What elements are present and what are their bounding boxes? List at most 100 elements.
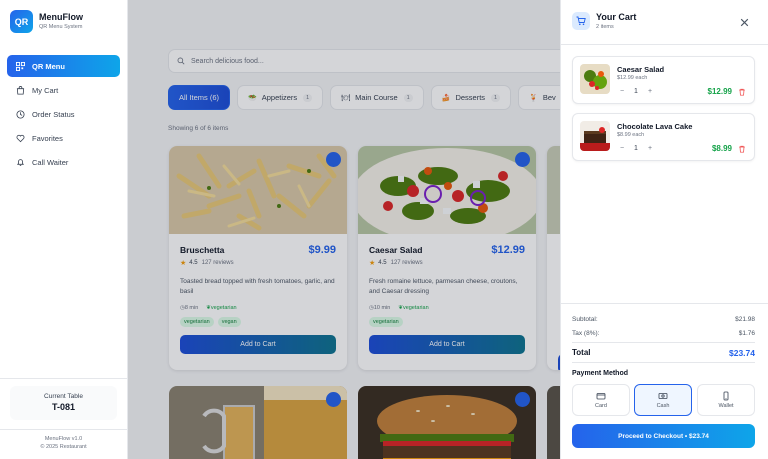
cart-item-name: Chocolate Lava Cake xyxy=(617,122,693,131)
tab-beverages[interactable]: 🍹 Bev xyxy=(518,85,560,110)
tab-count: 1 xyxy=(303,93,313,102)
brand-name: MenuFlow xyxy=(39,12,83,22)
quantity-value: 1 xyxy=(634,88,638,95)
favorite-button[interactable] xyxy=(515,392,530,407)
cake-thumbnail xyxy=(580,121,610,151)
favorite-button[interactable] xyxy=(515,152,530,167)
sidebar-item-label: QR Menu xyxy=(32,61,65,71)
salad-icon: 🥗 xyxy=(248,94,257,102)
sidebar-nav: QR Menu My Cart Order Status Favorites C… xyxy=(7,55,120,175)
cart-panel: Your Cart 2 items Caesar Salad $12.99 ea… xyxy=(560,0,768,459)
item-price: $9.99 xyxy=(308,244,336,256)
add-to-cart-button[interactable]: Add to Cart xyxy=(180,335,336,354)
star-icon: ★ xyxy=(180,260,187,267)
item-rating: ★ 4.5 127 reviews xyxy=(180,259,336,267)
quantity-value: 1 xyxy=(634,145,638,152)
prep-time: 8 min xyxy=(184,305,199,311)
cake-icon: 🍰 xyxy=(441,94,451,102)
item-rating: ★ 4.5 127 reviews xyxy=(369,259,525,267)
total-row: Total $23.74 xyxy=(572,348,755,358)
tab-count: 1 xyxy=(403,93,413,102)
sidebar-item-label: Order Status xyxy=(32,109,75,119)
search-icon xyxy=(177,57,185,65)
sidebar-item-call-waiter[interactable]: Call Waiter xyxy=(7,151,120,173)
menu-card[interactable] xyxy=(547,146,560,370)
sidebar-item-label: Call Waiter xyxy=(32,157,69,167)
current-table: Current Table T-081 xyxy=(10,386,117,420)
tab-main-course[interactable]: 🍽 Main Course 1 xyxy=(330,85,424,110)
divider xyxy=(572,342,755,343)
payment-label: Wallet xyxy=(718,403,734,409)
cart-item-price: $12.99 xyxy=(707,87,732,96)
sidebar-item-qr-menu[interactable]: QR Menu xyxy=(7,55,120,77)
payment-cash-option[interactable]: Cash xyxy=(634,384,692,416)
close-icon[interactable] xyxy=(739,15,750,27)
menu-card[interactable]: Bruschetta $9.99 ★ 4.5 127 reviews Toasted… xyxy=(169,146,347,370)
qr-logo: QR xyxy=(10,10,33,33)
cart-item-price: $8.99 xyxy=(711,144,732,153)
category-tabs: All Items (6) 🥗 Appetizers 1 🍽 Main Course 1… xyxy=(168,85,560,110)
sidebar-footer: MenuFlow v1.0 © 2025 Restaurant xyxy=(0,436,127,451)
sidebar-item-label: My Cart xyxy=(32,85,59,95)
sidebar-item-favorites[interactable]: Favorites xyxy=(7,127,120,149)
current-table-label: Current Table xyxy=(44,393,83,400)
beverage-image xyxy=(547,146,560,234)
tab-all-items[interactable]: All Items (6) xyxy=(168,85,231,110)
subtotal-label: Subtotal: xyxy=(572,316,598,323)
add-to-cart-button[interactable]: Add to Cart xyxy=(369,335,525,354)
pasta-image xyxy=(169,146,347,234)
cart-item-unit-price: $12.99 each xyxy=(617,75,648,81)
search-input[interactable]: Search delicious food... xyxy=(168,49,560,73)
salad-image xyxy=(358,146,536,244)
bell-icon xyxy=(15,157,26,168)
menu-card[interactable]: Caesar Salad $12.99 ★ 4.5 127 reviews Fres… xyxy=(358,146,536,370)
sidebar-item-my-cart[interactable]: My Cart xyxy=(7,79,120,101)
diet-label: vegetarian xyxy=(402,305,429,311)
results-count: Showing 6 of 6 items xyxy=(168,125,229,132)
subtotal-row: Subtotal: $21.98 xyxy=(572,316,755,323)
bag-icon xyxy=(15,85,26,96)
trash-icon[interactable] xyxy=(738,88,746,96)
decrement-button[interactable]: − xyxy=(617,145,627,152)
payment-wallet-option[interactable]: Wallet xyxy=(697,384,755,416)
quantity-stepper: −1 + xyxy=(617,145,655,152)
reviews-count: 127 reviews xyxy=(390,260,423,266)
salad-thumbnail xyxy=(580,64,610,94)
payment-card-option[interactable]: Card xyxy=(572,384,630,416)
item-name: Caesar Salad xyxy=(369,245,423,255)
beer-image xyxy=(169,386,347,459)
tab-appetizers[interactable]: 🥗 Appetizers 1 xyxy=(237,85,324,110)
menu-main: Search delicious food... All Items (6) 🥗… xyxy=(128,0,560,459)
divider xyxy=(0,429,127,430)
divider xyxy=(0,378,127,379)
subtotal-value: $21.98 xyxy=(735,316,755,323)
tab-label: Desserts xyxy=(455,93,486,102)
sidebar-item-order-status[interactable]: Order Status xyxy=(7,103,120,125)
checkout-button[interactable]: Proceed to Checkout • $23.74 xyxy=(572,424,755,448)
payment-method-label: Payment Method xyxy=(572,370,629,377)
cart-icon xyxy=(572,12,590,30)
total-label: Total xyxy=(572,348,591,357)
tax-value: $1.76 xyxy=(738,330,755,337)
favorite-button[interactable] xyxy=(326,152,341,167)
tab-desserts[interactable]: 🍰 Desserts 1 xyxy=(430,85,512,110)
increment-button[interactable]: + xyxy=(645,88,655,95)
tab-count: 1 xyxy=(491,93,501,102)
clock-icon xyxy=(15,109,26,120)
sidebar-item-label: Favorites xyxy=(32,133,63,143)
payment-label: Card xyxy=(595,403,607,409)
diet-label: vegetarian xyxy=(210,305,237,311)
tax-label: Tax (8%): xyxy=(572,330,600,337)
tab-label: Main Course xyxy=(355,93,398,102)
tag: vegan xyxy=(217,317,241,327)
prep-time: 10 min xyxy=(373,305,391,311)
trash-icon[interactable] xyxy=(738,145,746,153)
increment-button[interactable]: + xyxy=(645,145,655,152)
favorite-button[interactable] xyxy=(326,392,341,407)
cart-header: Your Cart 2 items xyxy=(561,0,768,45)
decrement-button[interactable]: − xyxy=(617,88,627,95)
cart-title: Your Cart xyxy=(596,12,637,22)
tag: vegetarian xyxy=(369,317,403,327)
tax-row: Tax (8%): $1.76 xyxy=(572,330,755,337)
brand[interactable]: QR MenuFlow QR Menu System xyxy=(10,10,83,33)
